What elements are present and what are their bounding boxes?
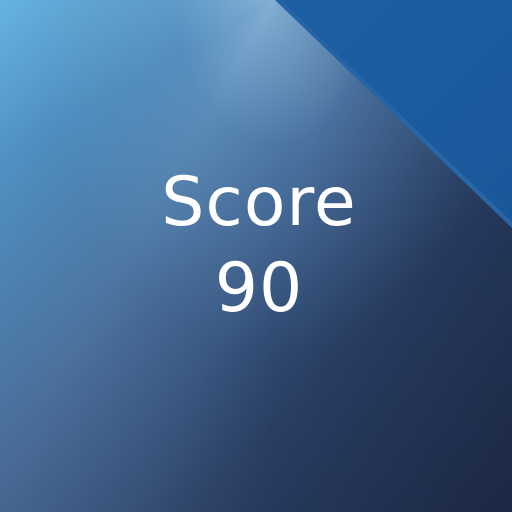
- score-display: Score 90: [0, 160, 512, 332]
- score-screen: Score 90: [0, 0, 512, 512]
- score-value: 90: [214, 249, 304, 328]
- score-label: Score: [161, 163, 357, 242]
